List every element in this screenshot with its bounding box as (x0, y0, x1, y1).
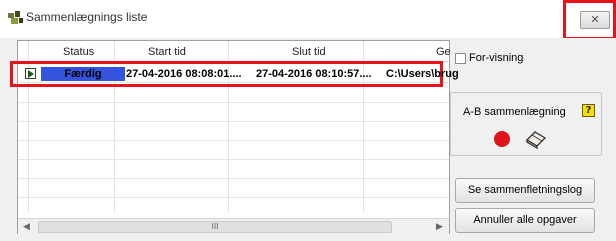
column-header-path[interactable]: Ge (436, 46, 451, 58)
ab-merge-label: A-B sammenlægning (463, 106, 566, 118)
preview-label: For-visning (469, 52, 524, 64)
cancel-all-jobs-button[interactable]: Annuller alle opgaver (455, 208, 595, 233)
column-header-end[interactable]: Slut tid (292, 46, 326, 58)
status-cell: Færdig (41, 67, 125, 81)
path-cell: C:\Users\brug (386, 68, 459, 80)
window-title: Sammenlægnings liste (26, 10, 148, 24)
close-icon: ✕ (590, 13, 600, 26)
scroll-left-icon[interactable]: ◀ (23, 222, 30, 232)
eraser-icon[interactable] (524, 129, 548, 149)
grid-line (18, 197, 449, 198)
horizontal-scrollbar[interactable]: ◀ III ▶ (18, 218, 449, 234)
title-bar: Sammenlægnings liste ✕ (0, 0, 616, 40)
table-header: Status Start tid Slut tid Ge (18, 41, 451, 62)
play-icon[interactable] (25, 68, 36, 79)
preview-checkbox[interactable] (455, 53, 466, 64)
column-header-start[interactable]: Start tid (148, 46, 186, 58)
close-highlight: ✕ (563, 0, 616, 40)
app-icon (8, 11, 23, 24)
show-merge-log-button[interactable]: Se sammenfletningslog (455, 178, 595, 203)
column-header-status[interactable]: Status (63, 46, 94, 58)
scroll-thumb[interactable]: III (38, 221, 392, 233)
grid-line (18, 121, 449, 122)
start-time-cell: 27-04-2016 08:08:01.... (126, 68, 242, 80)
close-button[interactable]: ✕ (580, 11, 610, 29)
grid-line (18, 178, 449, 179)
end-time-cell: 27-04-2016 08:10:57.... (256, 68, 372, 80)
ab-merge-group: A-B sammenlægning ? (450, 92, 602, 156)
scroll-right-icon[interactable]: ▶ (436, 222, 443, 232)
table-row[interactable]: Færdig 27-04-2016 08:08:01.... 27-04-201… (10, 61, 459, 87)
grid-line (18, 159, 449, 160)
record-button[interactable] (494, 131, 510, 147)
help-icon[interactable]: ? (582, 104, 595, 117)
grid-line (18, 140, 449, 141)
scroll-grip: III (211, 222, 219, 231)
grid-line (18, 102, 449, 103)
